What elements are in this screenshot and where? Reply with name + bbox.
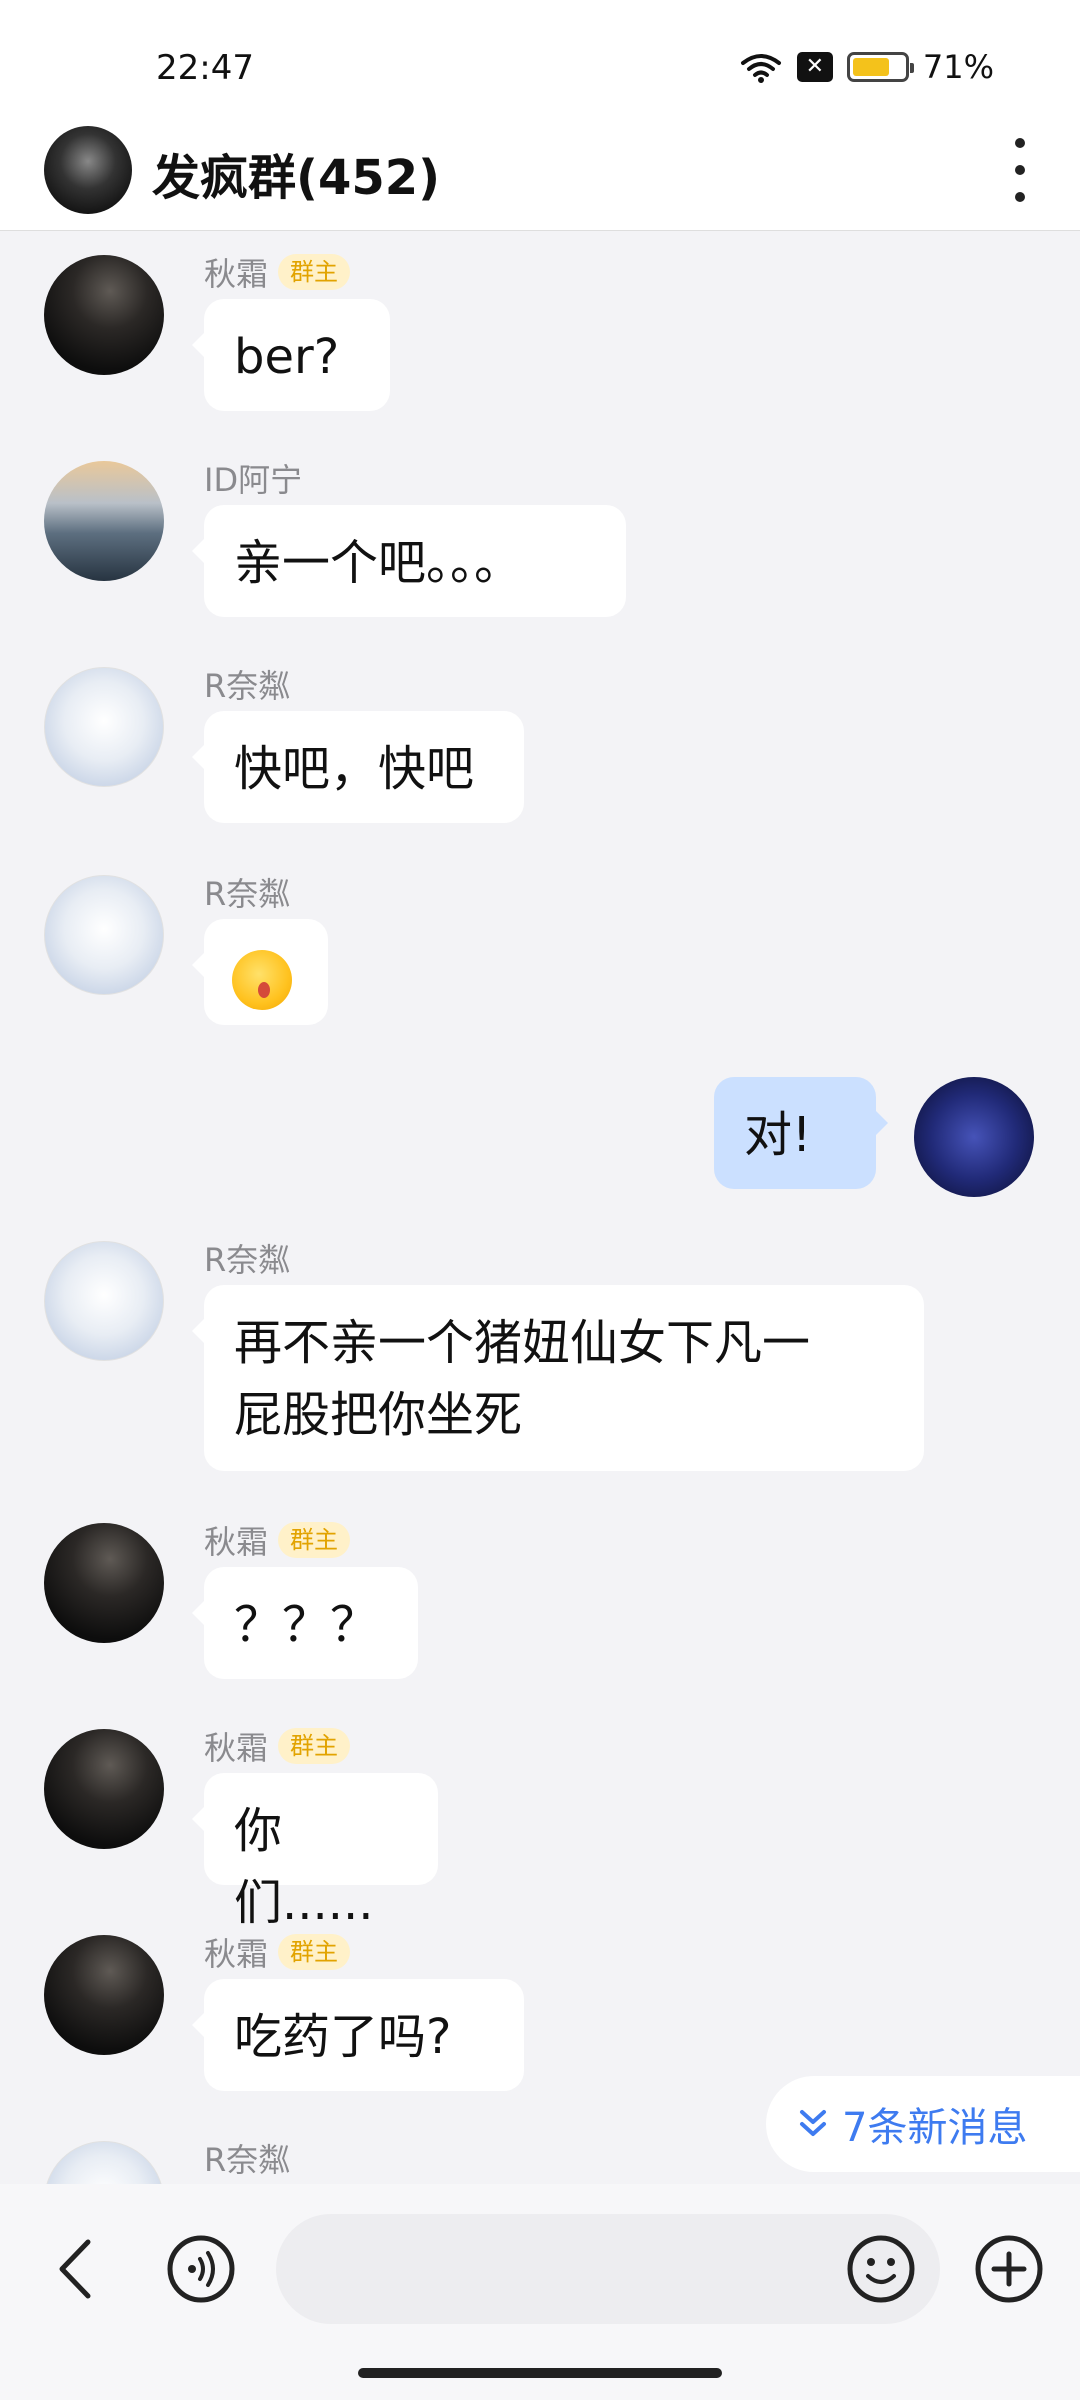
battery-level <box>852 58 889 76</box>
back-icon[interactable] <box>48 2234 108 2304</box>
wifi-icon <box>740 54 781 83</box>
sender-row: R奈粼 <box>204 661 290 707</box>
sender-row: 秋霜 群主 <box>204 1723 351 1769</box>
sender-name: ID阿宁 <box>204 461 303 499</box>
message-bubble[interactable]: 吃药了吗? <box>192 1979 524 2091</box>
status-time: 22:47 <box>156 48 254 88</box>
sender-name: 秋霜 <box>204 1935 269 1973</box>
avatar[interactable] <box>44 1729 164 1849</box>
owner-badge: 群主 <box>278 254 351 290</box>
sender-name: R奈粼 <box>204 667 291 705</box>
message-text-line: 再不亲一个猪妞仙女下凡一 <box>234 1315 811 1371</box>
new-messages-button[interactable]: 7条新消息 <box>766 2076 1080 2172</box>
message-bubble[interactable]: 快吧，快吧 <box>192 711 524 823</box>
sender-row: 秋霜 群主 <box>204 1517 351 1563</box>
menu-dot <box>1015 165 1025 175</box>
battery-tip <box>909 63 914 73</box>
message-bubble[interactable]: ？？？ <box>192 1567 418 1679</box>
owner-badge: 群主 <box>278 1728 351 1764</box>
message-list[interactable]: 秋霜 群主 ber? ID阿宁 亲一个吧。。。 R奈粼 快吧，快吧 R奈粼 对! <box>0 231 1080 2184</box>
home-indicator[interactable] <box>358 2368 722 2378</box>
sender-name: 秋霜 <box>204 1729 269 1767</box>
avatar[interactable] <box>44 667 164 787</box>
voice-icon[interactable] <box>166 2234 236 2304</box>
message-bubble[interactable]: 你们...... <box>192 1773 438 1931</box>
owner-badge: 群主 <box>278 1934 351 1970</box>
more-vertical-icon[interactable] <box>1008 138 1032 202</box>
avatar[interactable] <box>44 1523 164 1643</box>
owner-badge: 群主 <box>278 1522 351 1558</box>
message-input[interactable] <box>276 2214 940 2324</box>
sim-off-icon: ✕ <box>796 52 833 82</box>
avatar[interactable] <box>44 1241 164 1361</box>
status-icons: ✕ 71% <box>739 48 994 86</box>
chevron-double-down-icon <box>800 2110 826 2136</box>
sender-row: 秋霜 群主 <box>204 249 351 295</box>
avatar[interactable] <box>44 255 164 375</box>
sender-row: R奈粼 <box>204 1235 290 1281</box>
smile-icon[interactable] <box>846 2234 916 2304</box>
group-title[interactable]: 发疯群(452) <box>152 138 440 208</box>
kissing-face-icon <box>232 950 292 1010</box>
avatar[interactable] <box>44 2141 164 2184</box>
avatar[interactable] <box>44 875 164 995</box>
message-text-line: 屁股把你坐死 <box>234 1387 523 1443</box>
sender-name: 秋霜 <box>204 255 269 293</box>
message-bubble[interactable]: 对! <box>714 1077 888 1189</box>
chat-header: 发疯群(452) <box>0 120 1080 231</box>
group-avatar[interactable] <box>44 126 132 214</box>
avatar[interactable] <box>44 1935 164 2055</box>
sender-name: R奈粼 <box>204 2141 291 2179</box>
new-messages-label: 7条新消息 <box>842 2105 1028 2151</box>
sender-name: 秋霜 <box>204 1523 269 1561</box>
sender-row: R奈粼 <box>204 2135 290 2181</box>
message-bubble[interactable]: 亲一个吧。。。 <box>192 505 626 617</box>
sender-row: R奈粼 <box>204 869 290 915</box>
battery-percentage: 71% <box>922 48 994 86</box>
menu-dot <box>1015 192 1025 202</box>
message-bubble[interactable]: 再不亲一个猪妞仙女下凡一 屁股把你坐死 <box>192 1285 924 1471</box>
sender-name: R奈粼 <box>204 875 291 913</box>
plus-icon[interactable] <box>974 2234 1044 2304</box>
message-bubble[interactable]: ber? <box>192 299 390 411</box>
avatar[interactable] <box>44 461 164 581</box>
battery-icon <box>846 52 914 82</box>
status-bar: 22:47 ✕ 71% <box>0 0 1080 120</box>
sender-row: 秋霜 群主 <box>204 1929 351 1975</box>
message-bubble[interactable] <box>192 919 328 1025</box>
my-avatar[interactable] <box>914 1077 1034 1197</box>
menu-dot <box>1015 138 1025 148</box>
sender-row: ID阿宁 <box>204 455 302 501</box>
sender-name: R奈粼 <box>204 1241 291 1279</box>
